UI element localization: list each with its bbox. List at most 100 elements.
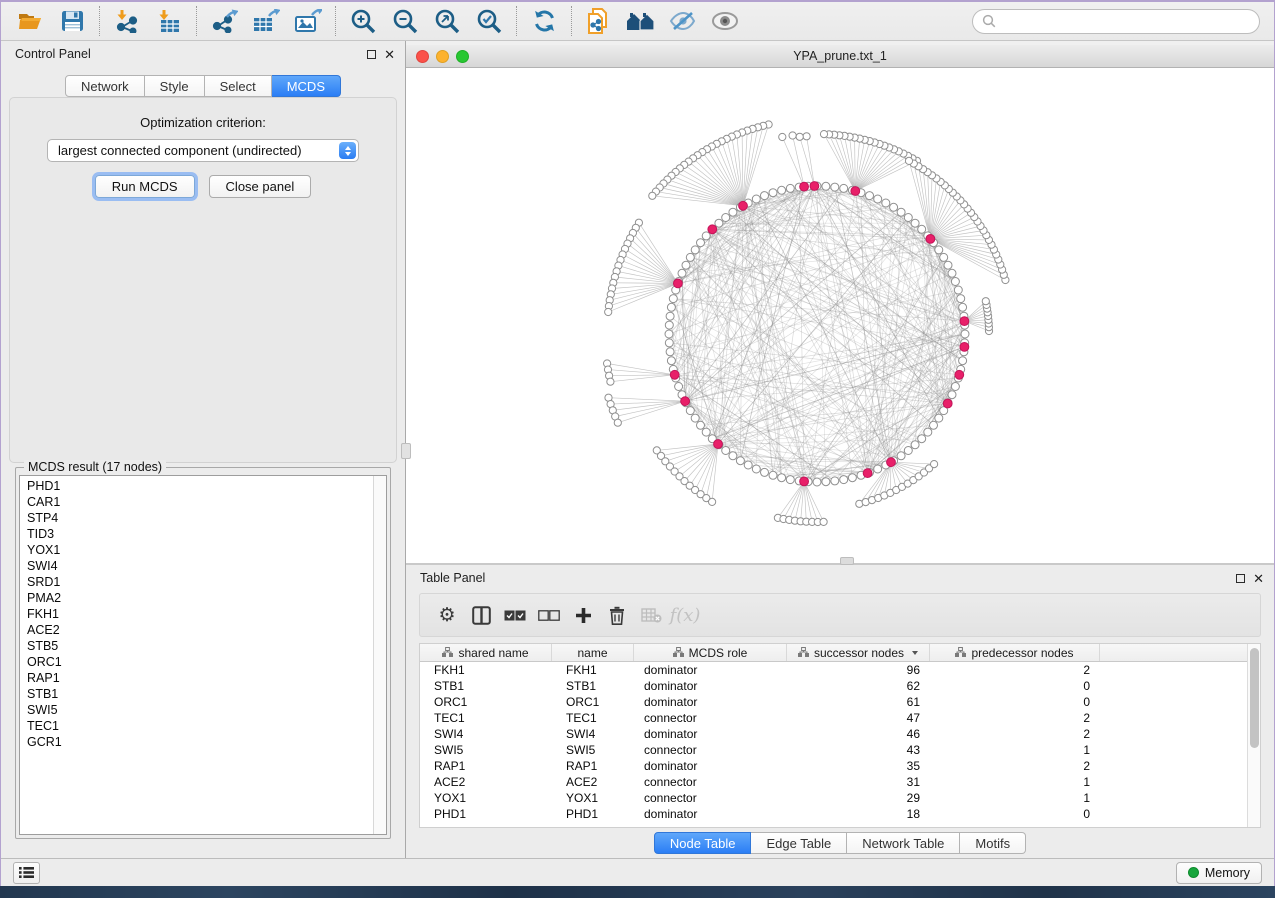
- criterion-value: largest connected component (undirected): [58, 143, 302, 158]
- float-panel-icon[interactable]: [367, 50, 376, 59]
- network-canvas[interactable]: [406, 68, 1274, 563]
- table-settings-gear-icon[interactable]: ⚙: [430, 598, 464, 632]
- list-item[interactable]: CAR1: [27, 494, 373, 510]
- mcds-result-title: MCDS result (17 nodes): [24, 460, 166, 474]
- table-row[interactable]: TEC1TEC1connector472: [420, 710, 1260, 726]
- hide-selected-icon[interactable]: [662, 4, 704, 38]
- table-row[interactable]: SWI5SWI5connector431: [420, 742, 1260, 758]
- graph-node: [778, 186, 786, 194]
- show-columns-icon[interactable]: [464, 598, 498, 632]
- save-session-icon[interactable]: [51, 4, 93, 38]
- graph-leaf-node: [614, 419, 621, 426]
- list-item[interactable]: TEC1: [27, 718, 373, 734]
- close-panel-icon[interactable]: ✕: [384, 50, 395, 59]
- add-column-icon[interactable]: [566, 598, 600, 632]
- list-item[interactable]: STP4: [27, 510, 373, 526]
- sort-descending-icon: [912, 651, 918, 655]
- import-network-icon[interactable]: [106, 4, 148, 38]
- graph-node: [786, 476, 794, 484]
- table-row[interactable]: PHD1PHD1dominator180: [420, 806, 1260, 822]
- export-table-icon[interactable]: [245, 4, 287, 38]
- graph-leaf-node: [649, 192, 656, 199]
- table-scrollbar[interactable]: [1247, 644, 1260, 827]
- cell-name: STB1: [552, 679, 634, 693]
- list-item[interactable]: PHD1: [27, 478, 373, 494]
- select-stepper-icon: [339, 142, 356, 159]
- open-file-icon[interactable]: [9, 4, 51, 38]
- import-table-icon[interactable]: [148, 4, 190, 38]
- graph-leaf-node: [779, 133, 786, 140]
- show-all-icon[interactable]: [704, 4, 746, 38]
- list-item[interactable]: PMA2: [27, 590, 373, 606]
- column-header-name[interactable]: name: [552, 644, 634, 661]
- table-tab-network-table[interactable]: Network Table: [847, 832, 960, 854]
- deselect-all-icon[interactable]: [532, 598, 566, 632]
- column-header-MCDS-role[interactable]: MCDS role: [634, 644, 787, 661]
- list-item[interactable]: TID3: [27, 526, 373, 542]
- list-item[interactable]: YOX1: [27, 542, 373, 558]
- list-item[interactable]: SWI4: [27, 558, 373, 574]
- zoom-selected-icon[interactable]: [468, 4, 510, 38]
- list-item[interactable]: SWI5: [27, 702, 373, 718]
- select-all-icon[interactable]: [498, 598, 532, 632]
- zoom-fit-icon[interactable]: [426, 4, 468, 38]
- column-header-successor-nodes[interactable]: successor nodes: [787, 644, 930, 661]
- float-table-panel-icon[interactable]: [1236, 574, 1245, 583]
- delete-column-icon[interactable]: [600, 598, 634, 632]
- zoom-out-icon[interactable]: [384, 4, 426, 38]
- graph-node: [951, 278, 959, 286]
- mcds-options-box: Optimization criterion: largest connecte…: [9, 97, 397, 463]
- column-header-predecessor-nodes[interactable]: predecessor nodes: [930, 644, 1100, 661]
- export-network-icon[interactable]: [203, 4, 245, 38]
- graph-node: [665, 330, 673, 338]
- first-neighbors-icon[interactable]: [620, 4, 662, 38]
- close-table-panel-icon[interactable]: ✕: [1253, 574, 1264, 583]
- tab-mcds[interactable]: MCDS: [272, 75, 341, 97]
- result-list-scrollbar[interactable]: [373, 476, 386, 834]
- refresh-view-icon[interactable]: [523, 4, 565, 38]
- table-row[interactable]: YOX1YOX1connector291: [420, 790, 1260, 806]
- table-tab-node-table[interactable]: Node Table: [654, 832, 752, 854]
- graph-node: [940, 253, 948, 261]
- mcds-result-list[interactable]: PHD1CAR1STP4TID3YOX1SWI4SRD1PMA2FKH1ACE2…: [19, 475, 387, 835]
- graph-node: [822, 182, 830, 190]
- column-header-shared-name[interactable]: shared name: [420, 644, 552, 661]
- horizontal-splitter-grip[interactable]: [840, 557, 854, 565]
- graph-node: [686, 253, 694, 261]
- list-item[interactable]: SRD1: [27, 574, 373, 590]
- list-item[interactable]: STB1: [27, 686, 373, 702]
- table-row[interactable]: RAP1RAP1dominator352: [420, 758, 1260, 774]
- vertical-splitter-grip[interactable]: [401, 443, 411, 459]
- tab-style[interactable]: Style: [145, 75, 205, 97]
- list-item[interactable]: ACE2: [27, 622, 373, 638]
- search-input[interactable]: [972, 9, 1260, 34]
- table-row[interactable]: FKH1FKH1dominator962: [420, 662, 1260, 678]
- list-item[interactable]: FKH1: [27, 606, 373, 622]
- network-window-titlebar[interactable]: YPA_prune.txt_1: [406, 45, 1274, 68]
- list-item[interactable]: GCR1: [27, 734, 373, 750]
- table-tab-motifs[interactable]: Motifs: [960, 832, 1026, 854]
- list-item[interactable]: ORC1: [27, 654, 373, 670]
- zoom-in-icon[interactable]: [342, 4, 384, 38]
- task-history-button[interactable]: [13, 862, 40, 884]
- graph-node: [665, 339, 673, 347]
- table-row[interactable]: ACE2ACE2connector311: [420, 774, 1260, 790]
- export-image-icon[interactable]: [287, 4, 329, 38]
- network-graph[interactable]: [406, 68, 1274, 563]
- run-mcds-button[interactable]: Run MCDS: [95, 175, 195, 198]
- tab-select[interactable]: Select: [205, 75, 272, 97]
- memory-button[interactable]: Memory: [1176, 862, 1262, 884]
- delete-table-icon-disabled: [634, 598, 668, 632]
- tab-network[interactable]: Network: [65, 75, 145, 97]
- clone-network-icon[interactable]: [578, 4, 620, 38]
- table-row[interactable]: SWI4SWI4dominator462: [420, 726, 1260, 742]
- table-row[interactable]: STB1STB1dominator620: [420, 678, 1260, 694]
- close-panel-button[interactable]: Close panel: [209, 175, 312, 198]
- graph-nodes[interactable]: [604, 121, 1010, 526]
- list-item[interactable]: STB5: [27, 638, 373, 654]
- criterion-select[interactable]: largest connected component (undirected): [47, 139, 359, 162]
- table-tab-edge-table[interactable]: Edge Table: [751, 832, 847, 854]
- table-row[interactable]: ORC1ORC1dominator610: [420, 694, 1260, 710]
- list-item[interactable]: RAP1: [27, 670, 373, 686]
- graph-node: [874, 465, 882, 473]
